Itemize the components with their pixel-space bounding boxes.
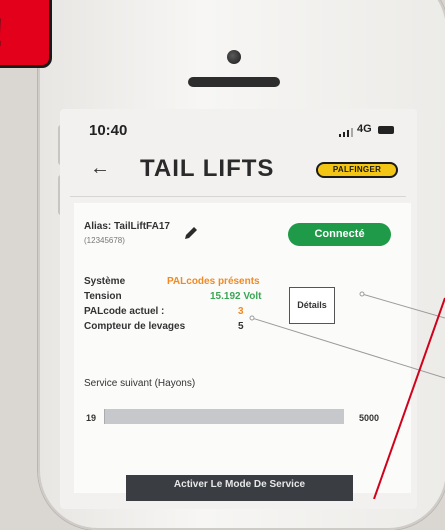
details-callout-line — [361, 293, 445, 319]
details-callout-dot — [359, 291, 365, 297]
red-pointer-line — [373, 297, 445, 499]
palcode-callout-line — [251, 317, 445, 379]
annotation-lines — [249, 291, 445, 499]
palcode-callout-dot — [249, 315, 255, 321]
